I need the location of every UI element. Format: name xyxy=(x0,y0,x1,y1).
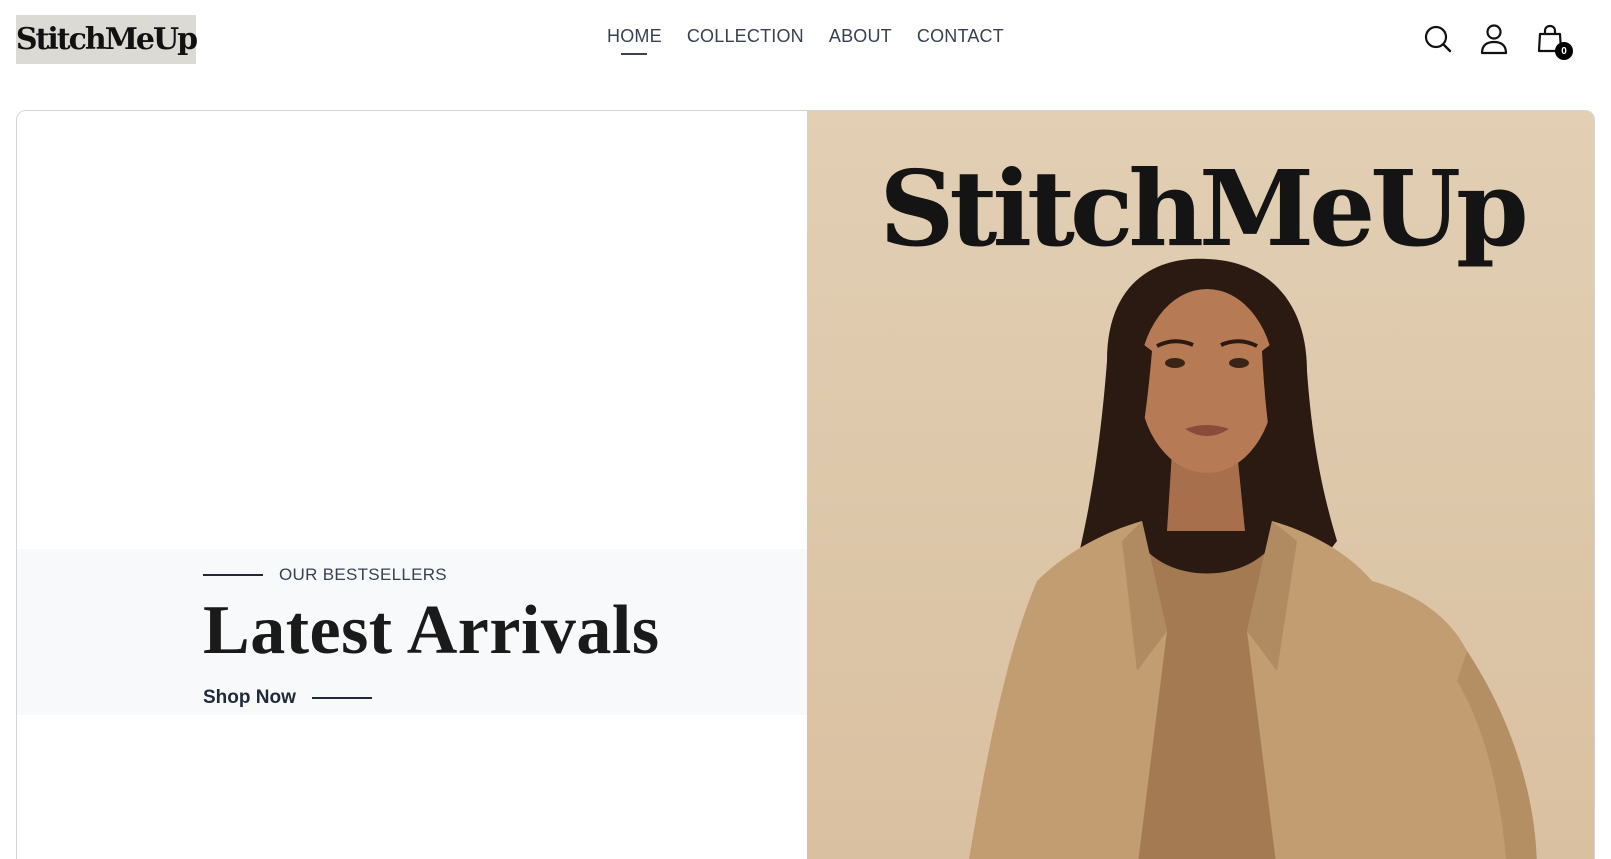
nav-contact[interactable]: CONTACT xyxy=(917,26,1004,47)
nav-collection[interactable]: COLLECTION xyxy=(687,26,804,47)
search-button[interactable] xyxy=(1421,22,1455,56)
hero-text-panel: OUR BESTSELLERS Latest Arrivals Shop Now xyxy=(17,111,807,859)
search-icon xyxy=(1424,25,1452,53)
cart-count-badge: 0 xyxy=(1555,42,1573,60)
nav-about-label: ABOUT xyxy=(828,26,892,46)
site-header: StitchMeUp HOME COLLECTION ABOUT CONTACT xyxy=(0,0,1611,80)
hero-brand-text: StitchMeUp xyxy=(879,147,1528,270)
nav-contact-label: CONTACT xyxy=(916,26,1004,46)
user-icon xyxy=(1480,24,1508,55)
main-nav: HOME COLLECTION ABOUT CONTACT xyxy=(0,26,1611,55)
header-icons: 0 xyxy=(1421,22,1573,60)
nav-about[interactable]: ABOUT xyxy=(829,26,892,47)
shop-now-label: Shop Now xyxy=(203,687,296,708)
nav-home[interactable]: HOME xyxy=(607,26,662,55)
shop-now-line xyxy=(311,697,372,699)
eyebrow: OUR BESTSELLERS xyxy=(203,565,447,585)
cart-button[interactable]: 0 xyxy=(1533,22,1573,60)
nav-collection-label: COLLECTION xyxy=(686,26,804,46)
hero-text-band: OUR BESTSELLERS Latest Arrivals Shop Now xyxy=(17,549,807,715)
hero-image: StitchMeUp xyxy=(807,111,1594,859)
active-underline xyxy=(621,53,648,55)
hero-section: OUR BESTSELLERS Latest Arrivals Shop Now xyxy=(16,110,1595,859)
shop-now-link[interactable]: Shop Now xyxy=(203,687,372,709)
eyebrow-line xyxy=(203,574,263,576)
nav-home-label: HOME xyxy=(607,26,662,46)
eyebrow-text: OUR BESTSELLERS xyxy=(279,565,447,584)
hero-title: Latest Arrivals xyxy=(203,592,660,669)
account-button[interactable] xyxy=(1477,22,1511,56)
